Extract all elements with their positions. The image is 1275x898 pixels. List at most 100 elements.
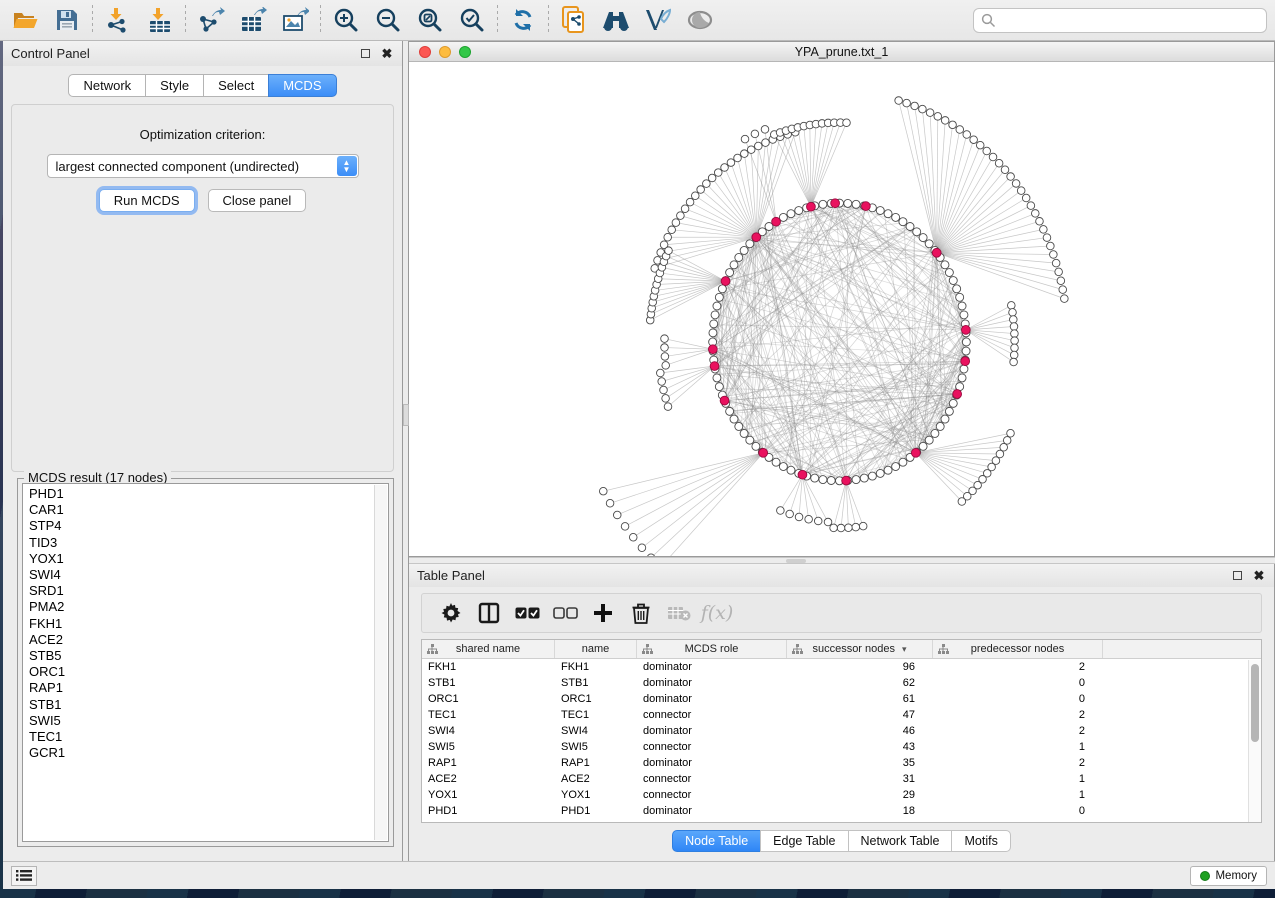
cell-predecessor-nodes[interactable]: 2 <box>933 709 1103 721</box>
mcds-result-item[interactable]: PHD1 <box>29 486 388 502</box>
column-header-MCDS-role[interactable]: MCDS role <box>637 640 787 658</box>
mcds-result-item[interactable]: STB1 <box>29 697 388 713</box>
add-column-button[interactable] <box>584 596 622 630</box>
table-row[interactable]: PHD1PHD1dominator180 <box>422 803 1261 819</box>
table-row[interactable]: SWI4SWI4dominator462 <box>422 723 1261 739</box>
zoom-in-button[interactable] <box>325 2 367 38</box>
cell-name[interactable]: ACE2 <box>555 773 637 785</box>
export-image-button[interactable] <box>274 2 316 38</box>
export-network-button[interactable] <box>190 2 232 38</box>
export-table-button[interactable] <box>232 2 274 38</box>
splitter-handle[interactable] <box>786 559 806 563</box>
mcds-result-item[interactable]: FKH1 <box>29 616 388 632</box>
cell-predecessor-nodes[interactable]: 2 <box>933 757 1103 769</box>
cell-shared-name[interactable]: ACE2 <box>422 773 555 785</box>
mcds-result-item[interactable]: RAP1 <box>29 680 388 696</box>
mcds-result-item[interactable]: SWI4 <box>29 567 388 583</box>
cell-name[interactable]: SWI5 <box>555 741 637 753</box>
eye-button[interactable] <box>679 2 721 38</box>
zoom-fit-button[interactable] <box>409 2 451 38</box>
cell-predecessor-nodes[interactable]: 0 <box>933 693 1103 705</box>
cell-name[interactable]: YOX1 <box>555 789 637 801</box>
cell-predecessor-nodes[interactable]: 2 <box>933 661 1103 673</box>
open-file-button[interactable] <box>4 2 46 38</box>
deselect-all-button[interactable] <box>546 596 584 630</box>
horizontal-splitter[interactable] <box>409 557 1275 564</box>
mcds-result-item[interactable]: ORC1 <box>29 664 388 680</box>
cell-predecessor-nodes[interactable]: 0 <box>933 805 1103 817</box>
task-history-button[interactable] <box>11 866 37 886</box>
cell-predecessor-nodes[interactable]: 0 <box>933 677 1103 689</box>
column-header-shared-name[interactable]: shared name <box>422 640 555 658</box>
cell-successor-nodes[interactable]: 31 <box>787 773 933 785</box>
tab-node-table[interactable]: Node Table <box>672 830 760 852</box>
mcds-result-item[interactable]: CAR1 <box>29 502 388 518</box>
cell-shared-name[interactable]: SWI4 <box>422 725 555 737</box>
scrollbar-thumb[interactable] <box>1251 664 1259 742</box>
tab-motifs[interactable]: Motifs <box>951 830 1010 852</box>
cell-MCDS-role[interactable]: connector <box>637 773 787 785</box>
cell-MCDS-role[interactable]: dominator <box>637 757 787 769</box>
mcds-result-item[interactable]: SWI5 <box>29 713 388 729</box>
memory-button[interactable]: Memory <box>1190 866 1267 886</box>
cell-shared-name[interactable]: RAP1 <box>422 757 555 769</box>
binoculars-button[interactable] <box>595 2 637 38</box>
mcds-result-item[interactable]: SRD1 <box>29 583 388 599</box>
table-scrollbar[interactable] <box>1248 660 1261 822</box>
function-builder-button[interactable]: f(x) <box>698 596 736 630</box>
float-table-panel-button[interactable] <box>1230 568 1244 582</box>
cell-name[interactable]: RAP1 <box>555 757 637 769</box>
cell-shared-name[interactable]: FKH1 <box>422 661 555 673</box>
table-row[interactable]: STB1STB1dominator620 <box>422 675 1261 691</box>
mcds-result-item[interactable]: ACE2 <box>29 632 388 648</box>
tab-network[interactable]: Network <box>68 74 145 97</box>
mcds-result-item[interactable]: YOX1 <box>29 551 388 567</box>
column-header-name[interactable]: name <box>555 640 637 658</box>
table-row[interactable]: ORC1ORC1dominator610 <box>422 691 1261 707</box>
cell-name[interactable]: TEC1 <box>555 709 637 721</box>
network-canvas[interactable] <box>409 62 1274 556</box>
column-header-predecessor-nodes[interactable]: predecessor nodes <box>933 640 1103 658</box>
cell-successor-nodes[interactable]: 18 <box>787 805 933 817</box>
mcds-result-item[interactable]: GCR1 <box>29 745 388 761</box>
select-all-button[interactable] <box>508 596 546 630</box>
table-row[interactable]: ACE2ACE2connector311 <box>422 771 1261 787</box>
cell-MCDS-role[interactable]: dominator <box>637 693 787 705</box>
cell-name[interactable]: STB1 <box>555 677 637 689</box>
cell-name[interactable]: SWI4 <box>555 725 637 737</box>
tab-style[interactable]: Style <box>145 74 203 97</box>
import-table-button[interactable] <box>139 2 181 38</box>
table-row[interactable]: YOX1YOX1connector291 <box>422 787 1261 803</box>
toggle-panel-layout-button[interactable] <box>470 596 508 630</box>
cell-shared-name[interactable]: STB1 <box>422 677 555 689</box>
cell-successor-nodes[interactable]: 47 <box>787 709 933 721</box>
zoom-selected-button[interactable] <box>451 2 493 38</box>
cell-shared-name[interactable]: YOX1 <box>422 789 555 801</box>
mcds-result-item[interactable]: TID3 <box>29 535 388 551</box>
import-network-button[interactable] <box>97 2 139 38</box>
mcds-result-item[interactable]: STP4 <box>29 518 388 534</box>
v-pen-button[interactable] <box>637 2 679 38</box>
optimization-criterion-select[interactable]: largest connected component (undirected)… <box>47 154 359 178</box>
share-document-button[interactable] <box>553 2 595 38</box>
refresh-view-button[interactable] <box>502 2 544 38</box>
cell-successor-nodes[interactable]: 29 <box>787 789 933 801</box>
cell-successor-nodes[interactable]: 61 <box>787 693 933 705</box>
run-mcds-button[interactable]: Run MCDS <box>99 189 195 212</box>
close-panel-button-mcds[interactable]: Close panel <box>208 189 307 212</box>
cell-MCDS-role[interactable]: connector <box>637 709 787 721</box>
cell-name[interactable]: ORC1 <box>555 693 637 705</box>
cell-predecessor-nodes[interactable]: 1 <box>933 789 1103 801</box>
delete-column-button[interactable] <box>622 596 660 630</box>
cell-successor-nodes[interactable]: 43 <box>787 741 933 753</box>
cell-predecessor-nodes[interactable]: 2 <box>933 725 1103 737</box>
cell-name[interactable]: PHD1 <box>555 805 637 817</box>
table-row[interactable]: FKH1FKH1dominator962 <box>422 659 1261 675</box>
cell-MCDS-role[interactable]: connector <box>637 741 787 753</box>
mcds-result-list[interactable]: PHD1CAR1STP4TID3YOX1SWI4SRD1PMA2FKH1ACE2… <box>22 483 389 842</box>
cell-successor-nodes[interactable]: 35 <box>787 757 933 769</box>
table-row[interactable]: TEC1TEC1connector472 <box>422 707 1261 723</box>
float-panel-button[interactable] <box>358 47 372 61</box>
cell-successor-nodes[interactable]: 96 <box>787 661 933 673</box>
cell-MCDS-role[interactable]: dominator <box>637 725 787 737</box>
